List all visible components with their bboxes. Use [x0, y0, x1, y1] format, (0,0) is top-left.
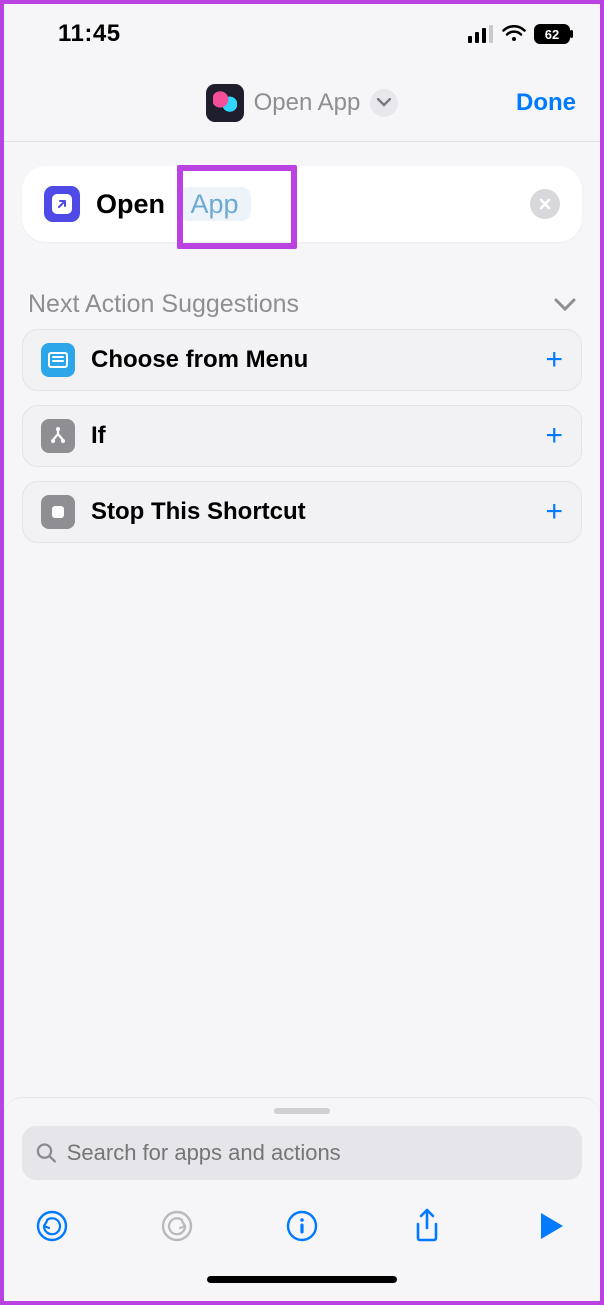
battery-icon: 62	[534, 24, 574, 44]
add-suggestion-button[interactable]: +	[545, 495, 563, 529]
stop-icon	[41, 495, 75, 529]
open-app-action-icon	[44, 186, 80, 222]
search-bar[interactable]	[22, 1126, 582, 1180]
chevron-down-icon	[554, 298, 576, 312]
status-time: 11:45	[58, 20, 121, 48]
suggestion-label: If	[91, 422, 106, 450]
suggestions-header-label: Next Action Suggestions	[28, 290, 299, 319]
suggestion-if[interactable]: If +	[22, 405, 582, 467]
action-verb: Open	[96, 189, 165, 220]
arrow-up-right-icon	[56, 198, 68, 210]
add-suggestion-button[interactable]: +	[545, 419, 563, 453]
action-card-open-app[interactable]: Open App	[22, 166, 582, 242]
status-bar: 11:45 62	[4, 4, 600, 64]
play-icon	[538, 1211, 566, 1241]
info-icon	[285, 1209, 319, 1243]
suggestion-stop-shortcut[interactable]: Stop This Shortcut +	[22, 481, 582, 543]
menu-icon	[41, 343, 75, 377]
run-button[interactable]	[532, 1206, 572, 1246]
branch-icon	[41, 419, 75, 453]
header: Open App Done	[4, 64, 600, 142]
chevron-down-icon	[377, 98, 391, 108]
shortcuts-app-icon	[206, 84, 244, 122]
suggestions-header[interactable]: Next Action Suggestions	[22, 290, 582, 329]
close-icon	[539, 198, 551, 210]
header-title[interactable]: Open App	[254, 89, 361, 117]
wifi-icon	[502, 25, 526, 43]
sheet-grabber[interactable]	[274, 1108, 330, 1114]
status-indicators: 62	[468, 24, 574, 44]
bottom-sheet	[4, 1097, 600, 1301]
suggestion-label: Stop This Shortcut	[91, 498, 306, 526]
undo-button[interactable]	[32, 1206, 72, 1246]
action-parameter-app[interactable]: App	[179, 187, 251, 221]
redo-icon	[160, 1209, 194, 1243]
info-button[interactable]	[282, 1206, 322, 1246]
delete-action-button[interactable]	[530, 189, 560, 219]
add-suggestion-button[interactable]: +	[545, 343, 563, 377]
suggestion-label: Choose from Menu	[91, 346, 308, 374]
header-dropdown[interactable]	[370, 89, 398, 117]
done-button[interactable]: Done	[516, 89, 576, 117]
redo-button	[157, 1206, 197, 1246]
share-button[interactable]	[407, 1206, 447, 1246]
home-indicator[interactable]	[207, 1276, 397, 1283]
bottom-toolbar	[22, 1180, 582, 1246]
suggestion-choose-from-menu[interactable]: Choose from Menu +	[22, 329, 582, 391]
search-input[interactable]	[67, 1140, 568, 1166]
cellular-icon	[468, 25, 494, 43]
undo-icon	[35, 1209, 69, 1243]
share-icon	[412, 1208, 442, 1244]
editor-content: Open App Next Action Suggestions Choose …	[4, 142, 600, 543]
search-icon	[36, 1142, 57, 1164]
battery-percent: 62	[545, 27, 559, 42]
